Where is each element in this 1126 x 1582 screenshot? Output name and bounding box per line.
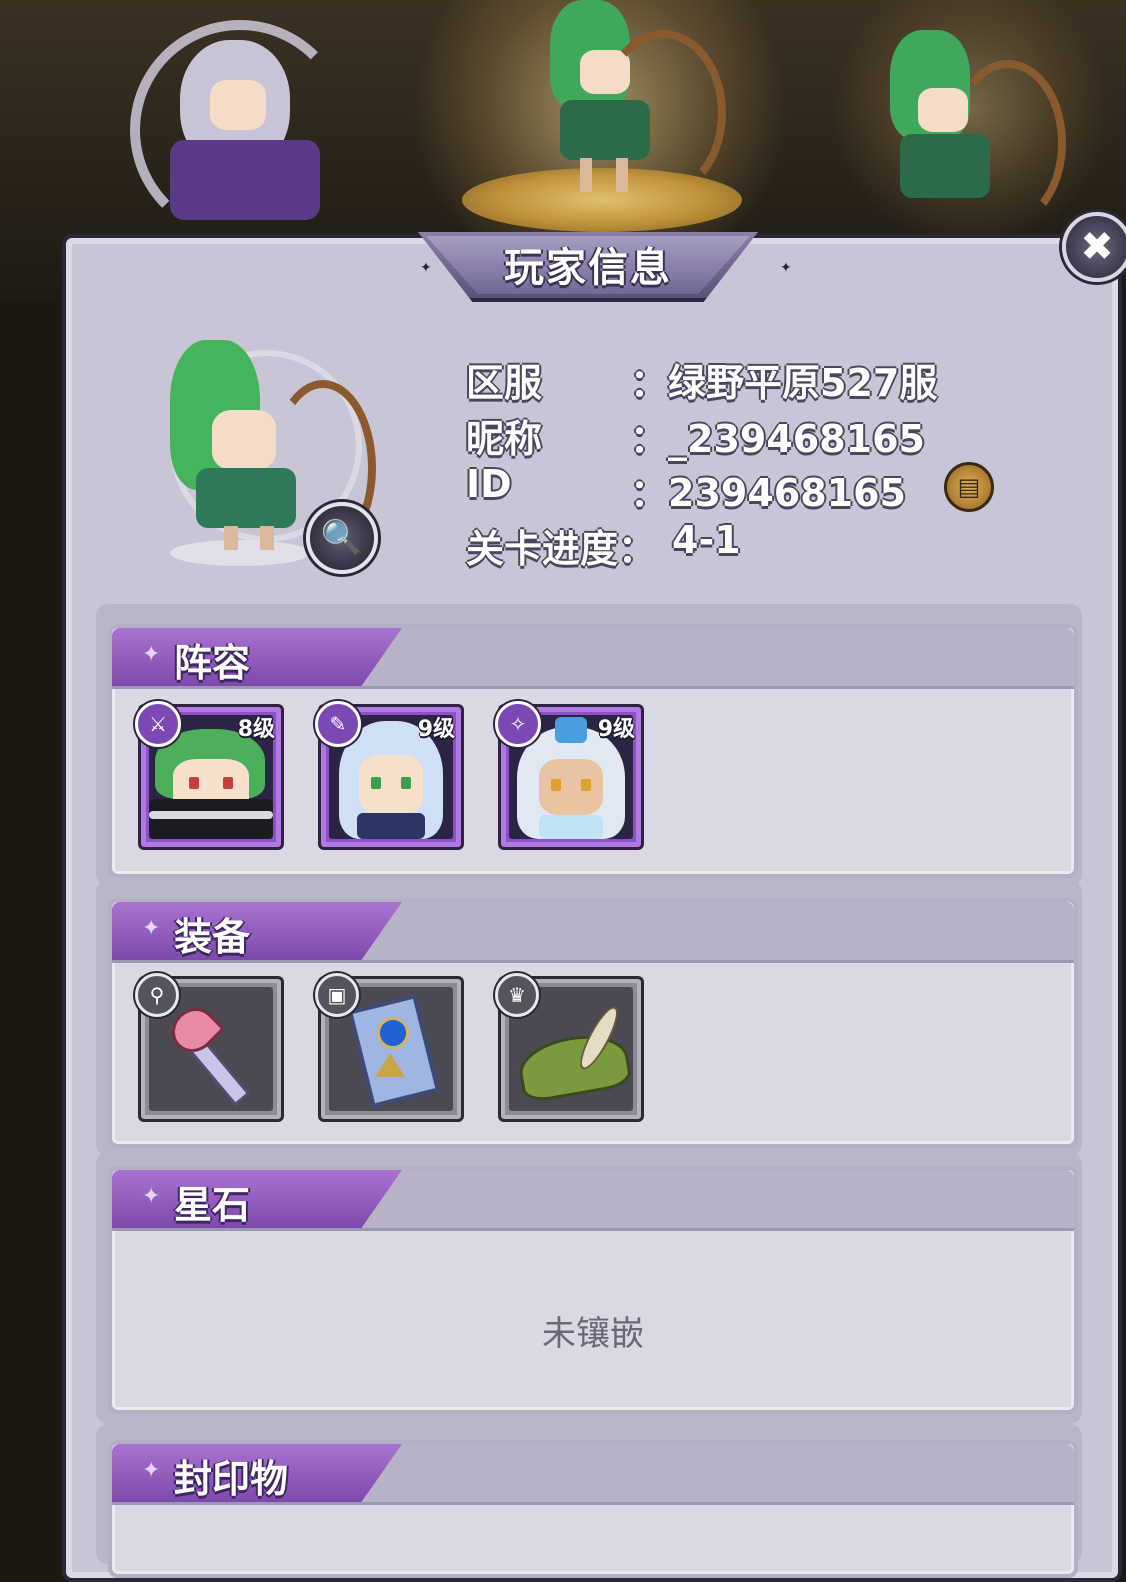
equipment-section: ✦ 装备 ⚲ ▣ ♛ [108,898,1078,1148]
avatar-face [212,410,276,470]
nickname-label: 昵称 [466,417,543,461]
copy-id-button[interactable]: ▤ [944,462,994,512]
id-label: ID [466,462,512,506]
avatar-leg [224,526,238,550]
background-archer-hero [520,0,726,200]
staff-icon: ✎ [315,701,361,747]
seal-section: ✦ 封印物 [108,1440,1078,1578]
hero-level: 9级 [417,717,455,742]
starstone-section: ✦ 星石 未镶嵌 [108,1166,1078,1414]
progress-value: 4-1 [672,518,741,562]
background-archer-hero [870,30,1066,230]
seal-title: 封印物 [174,1457,289,1501]
progress-label: 关卡进度： [466,527,657,571]
lineup-hero-card[interactable]: ⚔ 8级 [135,701,284,850]
starstone-empty-text: 未镶嵌 [542,1314,644,1354]
avatar-base [170,540,310,566]
lineup-section: ✦ 阵容 ⚔ 8级 ✎ 9级 ✧ 9级 [108,624,1078,878]
close-button[interactable]: ✖ [1062,212,1126,282]
equipment-slot-weapon[interactable]: ⚲ [135,973,284,1122]
server-label: 区服 [466,361,543,405]
server-value: ：绿野平原527服 [630,361,938,405]
sword-icon: ⚔ [135,701,181,747]
tab-star-icon: ✦ [142,916,161,941]
view-hero-button[interactable]: 🔍 [306,502,378,574]
lineup-hero-card[interactable]: ✎ 9级 [315,701,464,850]
weapon-slot-icon: ⚲ [135,973,179,1017]
magnifier-icon: 🔍 [320,518,364,558]
copy-icon: ▤ [957,473,981,501]
banner-star-icon: ✦ [420,260,432,276]
tab-star-icon: ✦ [142,1458,161,1483]
banner-star-icon: ✦ [780,260,792,276]
lineup-title: 阵容 [174,641,251,685]
dialog-title: 玩家信息 [504,245,672,291]
equipment-slot-accessory[interactable]: ▣ [315,973,464,1122]
hero-level: 9级 [597,717,635,742]
wand-icon: ✧ [495,701,541,747]
starstone-title: 星石 [174,1183,251,1227]
equipment-title: 装备 [174,915,251,959]
nickname-value: ：_239468165 [630,417,925,461]
avatar-leg [260,526,274,550]
tab-star-icon: ✦ [142,1184,161,1209]
tab-star-icon: ✦ [142,642,161,667]
helmet-slot-icon: ♛ [495,973,539,1017]
background-harpist-hero [110,10,350,240]
equipment-slot-helmet[interactable]: ♛ [495,973,644,1122]
close-icon: ✖ [1080,224,1114,270]
accessory-slot-icon: ▣ [315,973,359,1017]
lineup-hero-card[interactable]: ✧ 9级 [495,701,644,850]
id-value: ：239468165 [630,471,906,515]
hero-level: 8级 [237,717,275,742]
